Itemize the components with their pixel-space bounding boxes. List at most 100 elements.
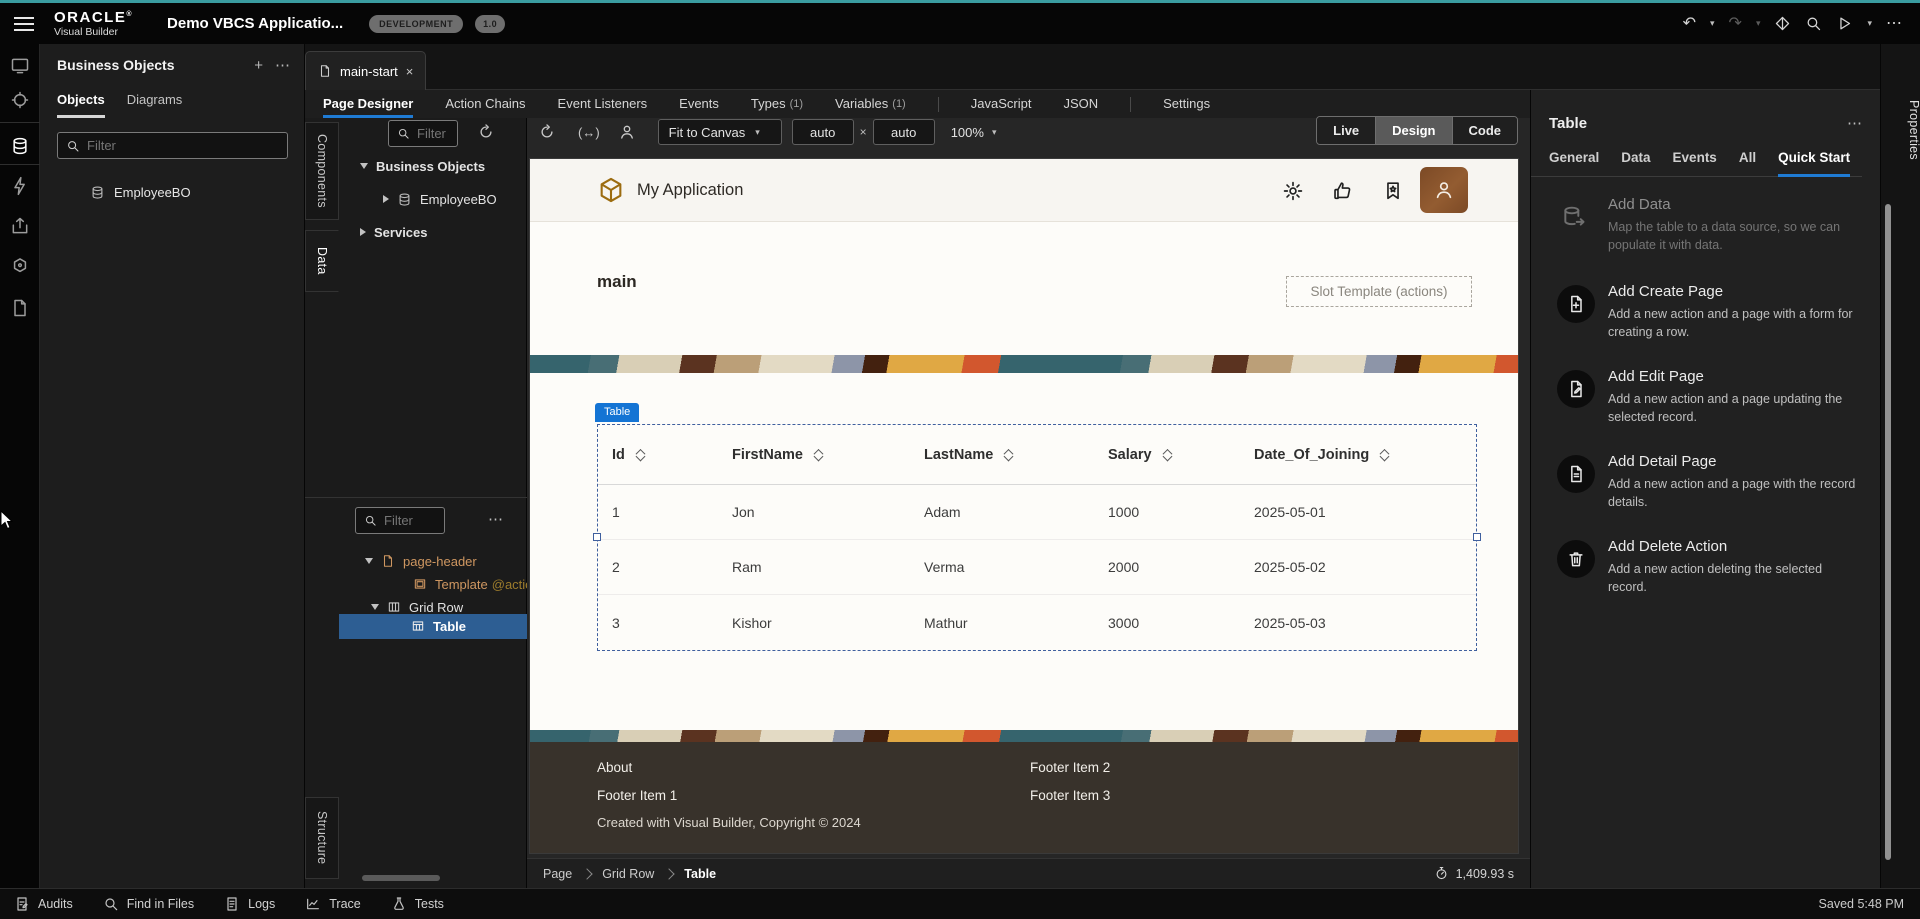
tab-settings[interactable]: Settings [1163, 90, 1210, 118]
sort-icon[interactable] [815, 449, 822, 460]
sort-icon[interactable] [1381, 449, 1388, 460]
tab-all[interactable]: All [1739, 150, 1756, 177]
more-actions-icon[interactable]: ⋯ [1886, 16, 1902, 32]
caret-down-icon[interactable] [365, 558, 373, 564]
audits-button[interactable]: Audits [14, 896, 73, 912]
tab-event-listeners[interactable]: Event Listeners [558, 90, 648, 118]
caret-right-icon[interactable] [360, 228, 366, 236]
tab-general[interactable]: General [1549, 150, 1599, 177]
footer-link-item1[interactable]: Footer Item 1 [597, 788, 677, 803]
tab-events[interactable]: Events [679, 90, 719, 118]
publish-icon[interactable] [1774, 15, 1791, 32]
tab-page-designer[interactable]: Page Designer [323, 90, 413, 118]
tab-main-start[interactable]: main-start × [305, 51, 426, 90]
footer-link-about[interactable]: About [597, 760, 632, 775]
user-avatar[interactable] [1420, 167, 1468, 213]
tree-services[interactable]: Services [360, 220, 428, 244]
app-title[interactable]: Demo VBCS Applicatio... [167, 15, 343, 32]
structure-template[interactable]: Template@actio [413, 572, 527, 596]
structure-horizontal-scrollbar[interactable] [362, 875, 440, 881]
tab-objects[interactable]: Objects [57, 92, 105, 118]
undo-menu-caret-icon[interactable]: ▾ [1710, 18, 1715, 29]
refresh-data-icon[interactable] [477, 123, 495, 141]
user-context-icon[interactable] [618, 123, 636, 141]
canvas-height-input[interactable] [873, 119, 935, 145]
actions-icon[interactable] [10, 176, 30, 196]
tree-employeebo[interactable]: EmployeeBO [383, 187, 497, 211]
table-row[interactable]: 1JonAdam10002025-05-01 [598, 485, 1476, 540]
vertical-scrollbar[interactable] [1885, 204, 1891, 860]
properties-menu-icon[interactable]: ⋯ [1847, 114, 1862, 132]
responsive-width-icon[interactable]: (↔) [578, 125, 600, 140]
undo-icon[interactable]: ↶ [1683, 16, 1696, 32]
web-apps-icon[interactable] [10, 56, 30, 76]
sort-icon[interactable] [1164, 449, 1171, 460]
publish-rail-icon[interactable] [10, 216, 30, 236]
table-row[interactable]: 2RamVerma20002025-05-02 [598, 540, 1476, 595]
design-canvas[interactable]: My Application main Slot Template (actio… [530, 159, 1518, 853]
run-menu-caret-icon[interactable]: ▾ [1867, 18, 1872, 29]
business-objects-icon[interactable] [10, 136, 30, 156]
trace-button[interactable]: Trace [305, 896, 361, 912]
panel-menu-icon[interactable]: ⋯ [275, 56, 290, 74]
page-heading[interactable]: main [597, 272, 637, 292]
find-in-files-button[interactable]: Find in Files [103, 896, 194, 912]
mode-design-button[interactable]: Design [1375, 117, 1451, 144]
zoom-select[interactable]: 100%▾ [951, 125, 997, 140]
tab-variables[interactable]: Variables(1) [835, 90, 906, 118]
thumbs-up-icon[interactable] [1332, 180, 1354, 202]
column-header-lastname[interactable]: LastName [910, 447, 1094, 463]
components-rail-icon[interactable] [10, 256, 30, 276]
run-app-icon[interactable] [1836, 15, 1853, 32]
close-tab-icon[interactable]: × [406, 64, 414, 79]
tab-data[interactable]: Data [305, 230, 339, 292]
reload-page-icon[interactable] [538, 123, 556, 141]
tab-action-chains[interactable]: Action Chains [445, 90, 525, 118]
bo-item-employeebo[interactable]: EmployeeBO [90, 185, 304, 200]
caret-right-icon[interactable] [383, 195, 389, 203]
tab-components[interactable]: Components [305, 122, 339, 220]
sort-icon[interactable] [1005, 449, 1012, 460]
tab-properties[interactable]: Properties [1881, 100, 1920, 160]
fit-to-canvas-select[interactable]: Fit to Canvas▾ [658, 119, 782, 145]
footer-link-item2[interactable]: Footer Item 2 [1030, 760, 1110, 775]
menu-icon[interactable] [14, 17, 34, 31]
structure-page-header[interactable]: page-header [365, 549, 477, 573]
add-business-object-icon[interactable]: + [254, 57, 263, 74]
column-header-firstname[interactable]: FirstName [718, 447, 910, 463]
data-filter-input[interactable] [388, 120, 458, 147]
tab-data[interactable]: Data [1621, 150, 1650, 177]
resize-handle-right[interactable] [1473, 533, 1481, 541]
tab-javascript[interactable]: JavaScript [971, 90, 1032, 118]
structure-menu-icon[interactable]: ⋯ [488, 510, 503, 528]
app-page-header[interactable]: My Application [530, 159, 1518, 222]
mode-code-button[interactable]: Code [1452, 117, 1518, 144]
bo-filter-input[interactable] [57, 132, 288, 159]
slot-template-actions[interactable]: Slot Template (actions) [1286, 276, 1472, 307]
tab-json[interactable]: JSON [1063, 90, 1098, 118]
sort-icon[interactable] [637, 449, 644, 460]
caret-down-icon[interactable] [360, 163, 368, 169]
canvas-width-input[interactable] [792, 119, 854, 145]
breadcrumb-page[interactable]: Page [543, 867, 572, 881]
logs-button[interactable]: Logs [224, 896, 275, 912]
tab-types[interactable]: Types(1) [751, 90, 803, 118]
column-header-date-of-joining[interactable]: Date_Of_Joining [1240, 447, 1476, 463]
tab-events[interactable]: Events [1673, 150, 1717, 177]
bookmark-star-icon[interactable] [1382, 180, 1404, 202]
tree-business-objects[interactable]: Business Objects [360, 154, 485, 178]
column-header-id[interactable]: Id [598, 447, 718, 463]
breadcrumb-grid-row[interactable]: Grid Row [602, 867, 654, 881]
mode-live-button[interactable]: Live [1317, 117, 1375, 144]
tab-diagrams[interactable]: Diagrams [127, 92, 183, 118]
data-table[interactable]: Id FirstName LastName Salary Date_Of_Joi… [597, 424, 1477, 651]
redo-icon[interactable]: ↷ [1729, 16, 1742, 32]
caret-down-icon[interactable] [371, 604, 379, 610]
redo-menu-caret-icon[interactable]: ▾ [1756, 18, 1761, 29]
footer-link-item3[interactable]: Footer Item 3 [1030, 788, 1110, 803]
structure-filter-input[interactable] [355, 507, 445, 534]
tests-button[interactable]: Tests [391, 896, 444, 912]
source-icon[interactable] [10, 298, 30, 318]
structure-table-selected[interactable]: Table [339, 614, 527, 639]
tab-structure[interactable]: Structure [305, 797, 339, 879]
